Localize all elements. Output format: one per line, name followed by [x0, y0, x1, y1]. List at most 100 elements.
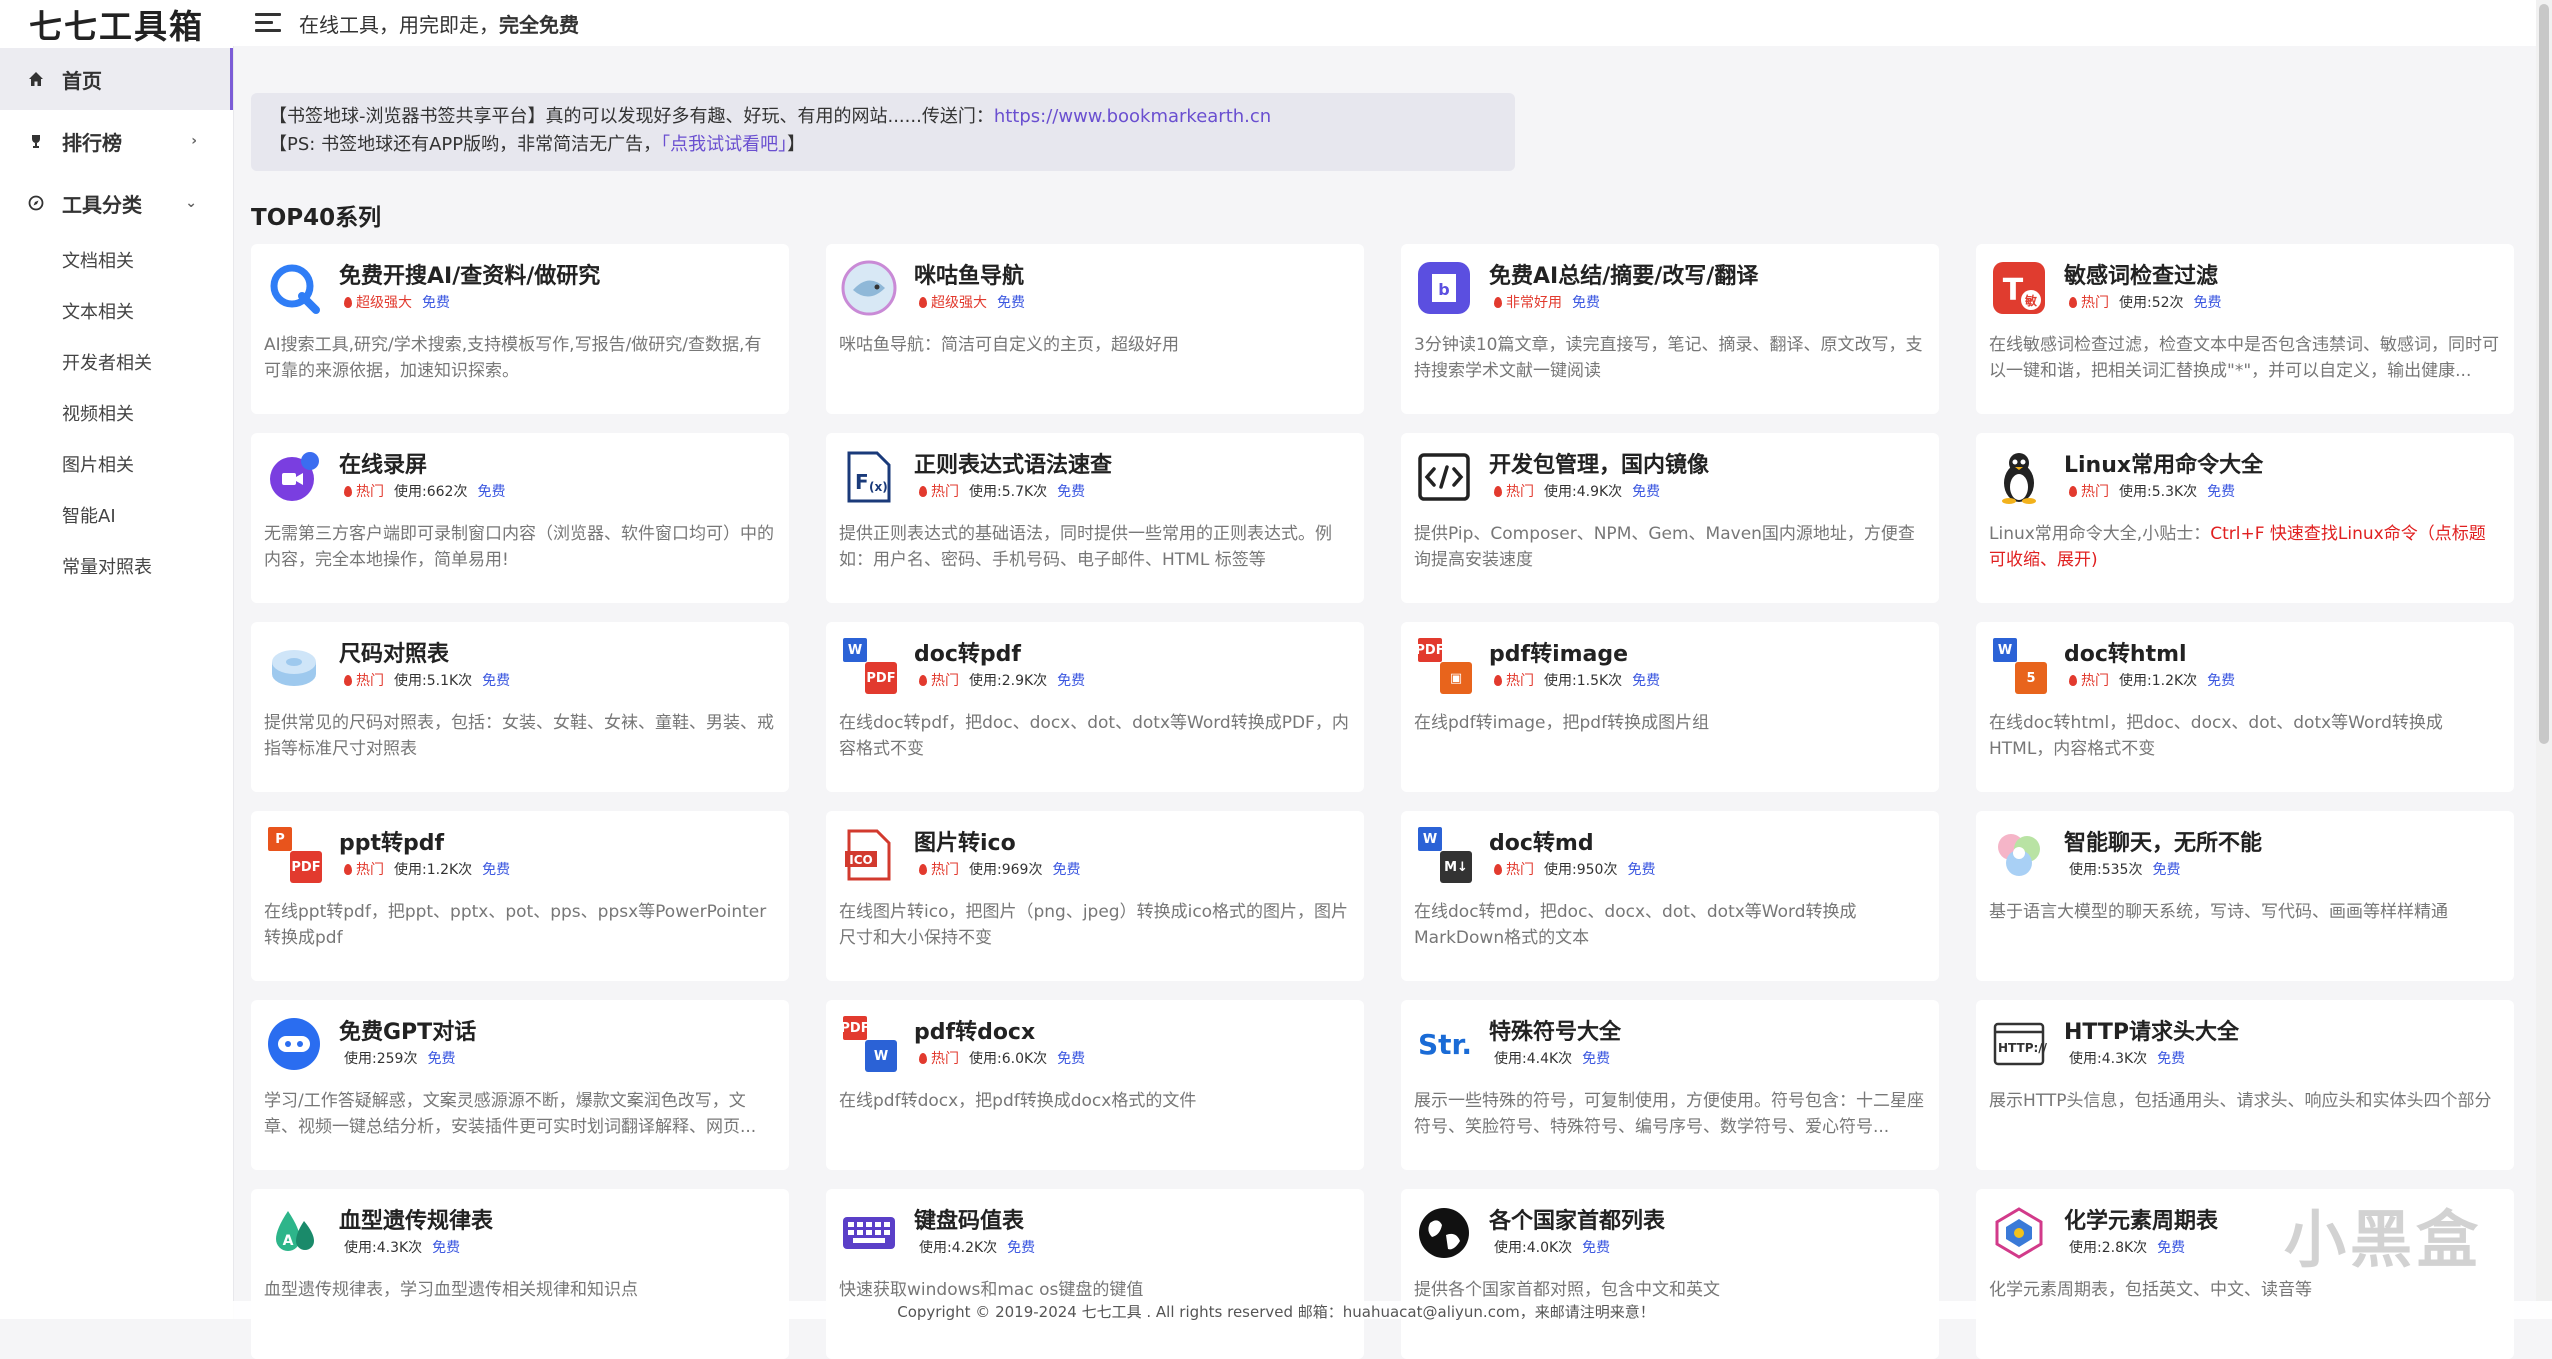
tool-card[interactable]: 咪咕鱼导航 超级强大 免费 咪咕鱼导航：简洁可自定义的主页，超级好用 — [826, 244, 1364, 414]
tool-card[interactable]: W M↓ doc转md 热门 使用:950次 免费 在线doc转md，把doc、docx、d… — [1401, 811, 1939, 981]
compass-icon — [26, 193, 46, 213]
tool-card-title[interactable]: pdf转docx — [914, 1014, 1035, 1046]
usage-count: 使用:52次 — [2119, 295, 2184, 311]
nav-home[interactable]: 首页 — [0, 48, 233, 110]
tool-card[interactable]: A 血型遗传规律表 使用:4.3K次 免费 血型遗传规律表，学习血型遗传相关规律和知识点 — [251, 1189, 789, 1359]
try-it-link[interactable]: 「点我试试看吧」 — [661, 134, 787, 155]
tool-card[interactable]: PDF ▣ pdf转image 热门 使用:1.5K次 免费 在线pdf转image，把pd… — [1401, 622, 1939, 792]
tool-card[interactable]: F (x) 正则表达式语法速查 热门 使用:5.7K次 免费 提供正则表达式的基础语法，同时… — [826, 433, 1364, 603]
tool-card-title[interactable]: Linux常用命令大全 — [2064, 447, 2263, 479]
hot-tag: 热门 — [919, 481, 959, 501]
tool-card-description: 血型遗传规律表，学习血型遗传相关规律和知识点 — [264, 1277, 776, 1303]
menu-toggle-icon[interactable] — [255, 13, 283, 33]
tool-card-title[interactable]: pdf转image — [1489, 636, 1628, 668]
nav-tool-category[interactable]: 工具分类 ⌄ — [0, 172, 233, 234]
hot-tag-label: 热门 — [2081, 484, 2109, 500]
sidebar-item-ai[interactable]: 智能AI — [0, 489, 233, 540]
tool-card-title[interactable]: HTTP请求头大全 — [2064, 1014, 2239, 1046]
tool-card-title[interactable]: 智能聊天，无所不能 — [2064, 825, 2262, 857]
tool-card-title[interactable]: 血型遗传规律表 — [339, 1203, 493, 1235]
http-icon: HTTP:// — [1989, 1014, 2049, 1074]
tool-card[interactable]: ICO 图片转ico 热门 使用:969次 免费在线图片转ico，把图片（png、jpe… — [826, 811, 1364, 981]
free-badge: 免费 — [1632, 484, 1661, 500]
tool-card-description: 在线doc转md，把doc、docx、dot、dotx等Word转换成MarkD… — [1414, 899, 1926, 951]
tool-card-title[interactable]: ppt转pdf — [339, 825, 444, 857]
tool-card-description: 学习/工作答疑解惑，文案灵感源源不断，爆款文案润色改写，文章、视频一键总结分析，… — [264, 1088, 776, 1140]
flame-icon — [919, 863, 927, 875]
tool-card-meta: 热门 使用:6.0K次 免费 — [919, 1048, 1085, 1068]
tool-card-title[interactable]: doc转md — [1489, 825, 1594, 857]
tool-card-meta: 超级强大 免费 — [344, 292, 450, 312]
hot-tag: 热门 — [1494, 859, 1534, 879]
tool-card[interactable]: W PDF doc转pdf 热门 使用:2.9K次 免费 在线doc转pdf，把doc、do… — [826, 622, 1364, 792]
tool-card-title[interactable]: 免费AI总结/摘要/改写/翻译 — [1489, 258, 1758, 290]
tool-card[interactable]: b 免费AI总结/摘要/改写/翻译 非常好用 免费 3分钟读10篇文章，读完直接写，笔记… — [1401, 244, 1939, 414]
tool-card-title[interactable]: 键盘码值表 — [914, 1203, 1024, 1235]
tool-card-description-text: AI搜索工具,研究/学术搜索,支持模板写作,写报告/做研究/查数据,有可靠的来源… — [264, 335, 762, 381]
sidebar-item-developer[interactable]: 开发者相关 — [0, 336, 233, 387]
tool-card-description: 基于语言大模型的聊天系统，写诗、写代码、画画等样样精通 — [1989, 899, 2501, 925]
page-scrollbar[interactable] — [2536, 0, 2552, 1319]
tool-card-description-text: 学习/工作答疑解惑，文案灵感源源不断，爆款文案润色改写，文章、视频一键总结分析，… — [264, 1091, 757, 1137]
sidebar-item-image[interactable]: 图片相关 — [0, 438, 233, 489]
chemistry-icon — [1989, 1203, 2049, 1263]
tool-card[interactable]: Linux常用命令大全 热门 使用:5.3K次 免费 Linux常用命令大全,小贴士：C… — [1976, 433, 2514, 603]
tool-card-title[interactable]: 化学元素周期表 — [2064, 1203, 2218, 1235]
tool-card-meta: 热门 使用:969次 免费 — [919, 859, 1080, 879]
tool-card[interactable]: P PDF ppt转pdf 热门 使用:1.2K次 免费 在线ppt转pdf，把ppt、pp… — [251, 811, 789, 981]
nav-ranking[interactable]: 排行榜 › — [0, 110, 233, 172]
free-badge: 免费 — [2157, 1051, 2186, 1067]
tool-card-meta: 热门 使用:5.7K次 免费 — [919, 481, 1085, 501]
tool-card[interactable]: 开发包管理，国内镜像 热门 使用:4.9K次 免费 提供Pip、Composer、NPM… — [1401, 433, 1939, 603]
usage-count: 使用:259次 — [344, 1051, 418, 1067]
tool-card[interactable]: 在线录屏 热门 使用:662次 免费 无需第三方客户端即可录制窗口内容（浏览器、软件窗口… — [251, 433, 789, 603]
site-logo[interactable]: 七七工具箱 — [0, 0, 233, 48]
tool-card[interactable]: 免费开搜AI/查资料/做研究 超级强大 免费 AI搜索工具,研究/学术搜索,支持模板写… — [251, 244, 789, 414]
tool-card[interactable]: 键盘码值表 使用:4.2K次 免费 快速获取windows和mac os键盘的键值 — [826, 1189, 1364, 1359]
tool-card-title[interactable]: 特殊符号大全 — [1489, 1014, 1621, 1046]
hot-tag-label: 热门 — [931, 484, 959, 500]
tool-card-title[interactable]: 尺码对照表 — [339, 636, 449, 668]
tool-card-title[interactable]: doc转pdf — [914, 636, 1021, 668]
tool-card-title[interactable]: 敏感词检查过滤 — [2064, 258, 2218, 290]
sidebar-item-constants[interactable]: 常量对照表 — [0, 540, 233, 591]
tool-card-title[interactable]: 免费GPT对话 — [339, 1014, 476, 1046]
tool-card-description-text: 在线doc转pdf，把doc、docx、dot、dotx等Word转换成PDF，… — [839, 713, 1349, 759]
tool-card-title[interactable]: doc转html — [2064, 636, 2187, 668]
tool-card[interactable]: 免费GPT对话使用:259次 免费学习/工作答疑解惑，文案灵感源源不断，爆款文案润… — [251, 1000, 789, 1170]
tool-card[interactable]: Str. 特殊符号大全 使用:4.4K次 免费 展示一些特殊的符号，可复制使用，方便使用… — [1401, 1000, 1939, 1170]
sidebar-item-video[interactable]: 视频相关 — [0, 387, 233, 438]
tool-card-title[interactable]: 开发包管理，国内镜像 — [1489, 447, 1709, 479]
tool-card-meta: 热门 使用:662次 免费 — [344, 481, 505, 501]
tool-card[interactable]: PDF Wpdf转docx 热门 使用:6.0K次 免费 在线pdf转docx，把pdf转… — [826, 1000, 1364, 1170]
tool-card[interactable]: T 敏敏感词检查过滤 热门 使用:52次 免费 在线敏感词检查过滤，检查文本中是否包含违禁… — [1976, 244, 2514, 414]
image-to-ico-icon: ICO — [839, 825, 899, 885]
tool-card[interactable]: 各个国家首都列表 使用:4.0K次 免费 提供各个国家首都对照，包含中文和英文 — [1401, 1189, 1939, 1359]
hot-tag-label: 热门 — [356, 673, 384, 689]
tool-card[interactable]: W 5 doc转html 热门 使用:1.2K次 免费 在线doc转html，把doc、do… — [1976, 622, 2514, 792]
hot-tag: 热门 — [2069, 481, 2109, 501]
tool-card[interactable]: 智能聊天，无所不能 使用:535次 免费 基于语言大模型的聊天系统，写诗、写代码、画画… — [1976, 811, 2514, 981]
sidebar-item-documents[interactable]: 文档相关 — [0, 234, 233, 285]
tool-card-description-text: 在线图片转ico，把图片（png、jpeg）转换成ico格式的图片，图片尺寸和大… — [839, 902, 1349, 948]
free-badge: 免费 — [427, 1051, 456, 1067]
tool-card-description: 提供正则表达式的基础语法，同时提供一些常用的正则表达式。例如：用户名、密码、手机… — [839, 521, 1351, 573]
fish-icon — [839, 258, 899, 318]
tool-card-title[interactable]: 免费开搜AI/查资料/做研究 — [339, 258, 600, 290]
usage-count: 使用:6.0K次 — [969, 1051, 1048, 1067]
tool-card-title[interactable]: 各个国家首都列表 — [1489, 1203, 1665, 1235]
tool-card-title[interactable]: 图片转ico — [914, 825, 1016, 857]
tool-card[interactable]: HTTP:// HTTP请求头大全 使用:4.3K次 免费 展示HTTP头信息，包括通用… — [1976, 1000, 2514, 1170]
usage-count: 使用:4.3K次 — [2069, 1051, 2148, 1067]
scrollbar-thumb[interactable] — [2539, 4, 2549, 744]
tool-card[interactable]: 尺码对照表 热门 使用:5.1K次 免费 提供常见的尺码对照表，包括：女装、女鞋、女袜、… — [251, 622, 789, 792]
hot-tag-label: 热门 — [2081, 295, 2109, 311]
tool-card-meta: 热门 使用:52次 免费 — [2069, 292, 2222, 312]
flame-icon — [2069, 485, 2077, 497]
tool-card-title[interactable]: 正则表达式语法速查 — [914, 447, 1112, 479]
sidebar-item-text[interactable]: 文本相关 — [0, 285, 233, 336]
free-badge: 免费 — [997, 295, 1025, 311]
tool-card-title[interactable]: 在线录屏 — [339, 447, 427, 479]
bookmarkearth-link[interactable]: https://www.bookmarkearth.cn — [994, 106, 1271, 127]
tool-card-title[interactable]: 咪咕鱼导航 — [914, 258, 1024, 290]
